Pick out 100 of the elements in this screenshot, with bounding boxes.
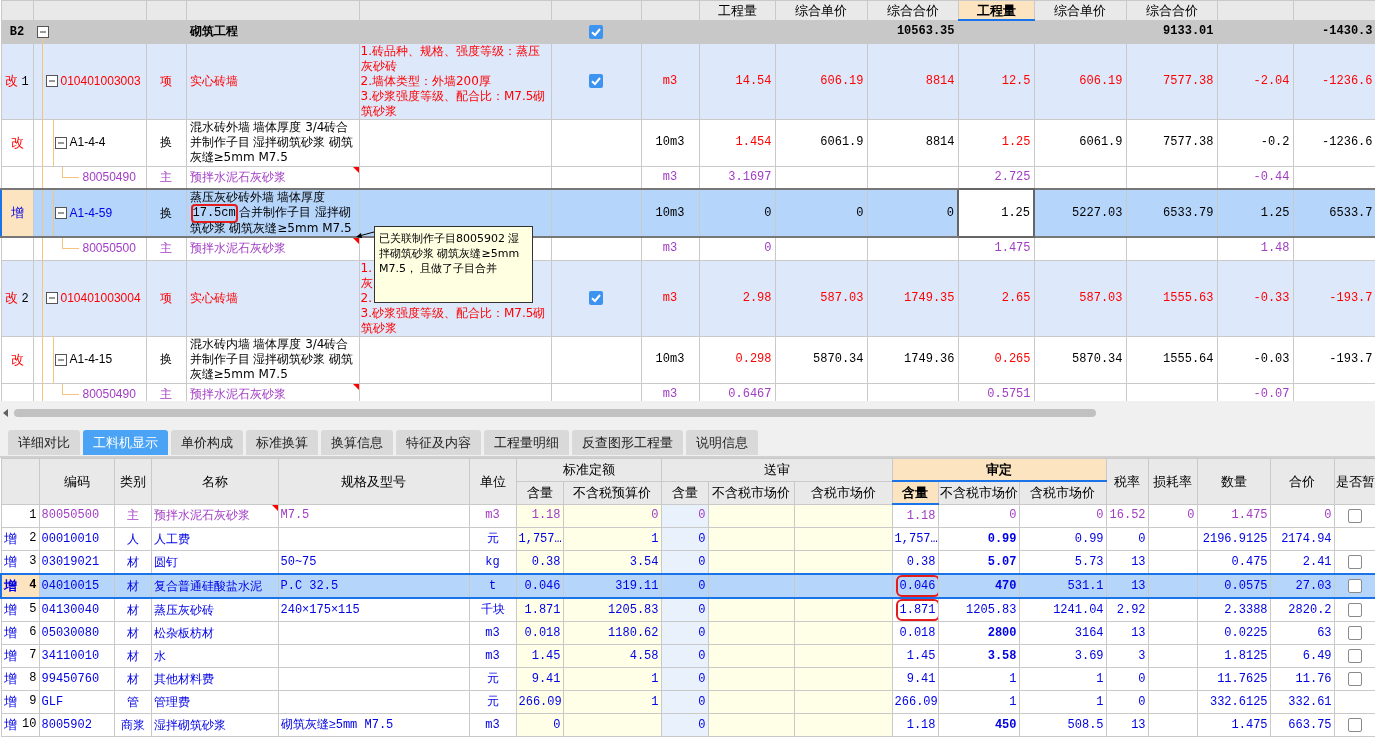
table-cell: 10563.35 [896,24,955,38]
table-cell: 1 [651,694,659,709]
table-cell: 6061.9 [820,135,864,149]
table-cell: 0.018 [899,625,936,640]
table-cell: 1.18 [906,508,936,523]
checkbox[interactable] [1348,649,1363,663]
checkbox[interactable] [1348,672,1363,686]
column-header[interactable]: 规格及型号 [278,458,469,504]
row-header[interactable]: 增 8 [1,667,39,691]
column-header[interactable]: 类别 [114,458,151,504]
row-header[interactable]: 改 2 [1,260,33,336]
row-header[interactable]: B2 [1,20,33,43]
table-cell: 2.65 [1001,290,1031,305]
column-header[interactable]: 损耗率 [1148,458,1198,504]
row-header[interactable]: 增 4 [1,574,39,598]
row-header[interactable]: 1 [1,504,39,528]
row-header[interactable]: 增 7 [1,644,39,668]
row-header[interactable]: 增 5 [1,598,39,622]
column-header[interactable]: 数量 [1197,458,1271,504]
tab[interactable]: 说明信息 [686,430,758,455]
table-cell: 0.99 [1074,531,1104,546]
row-number: 1 [29,508,37,524]
checkbox[interactable] [589,291,603,305]
row-number: 6 [29,625,37,640]
collapse-icon[interactable] [36,25,49,38]
tab[interactable]: 工程量明细 [484,430,569,455]
tab[interactable]: 单价构成 [171,430,243,455]
table-cell: 0.99 [987,531,1017,546]
row-header[interactable] [1,237,33,260]
collapse-icon[interactable] [45,75,58,87]
collapse-icon[interactable] [54,207,67,219]
item-code: 010401003004 [60,290,141,306]
column-header[interactable]: 工程量 [699,0,775,20]
table-cell: 1205.83 [608,602,659,617]
checkbox[interactable] [1348,555,1363,569]
table-cell: 00010010 [41,531,100,546]
row-header[interactable]: 增 [1,189,33,237]
column-header[interactable]: 合价 [1270,458,1335,504]
table-cell: 9.41 [531,671,561,686]
column-header[interactable]: 名称 [151,458,278,504]
row-header[interactable]: 改 [1,336,33,383]
collapse-icon[interactable] [54,136,67,149]
tab[interactable]: 详细对比 [8,430,80,455]
tab[interactable]: 标准换算 [246,430,318,455]
table-cell: 0.5751 [987,387,1031,401]
row-header[interactable]: 增 6 [1,621,39,645]
table-cell: 16.52 [1109,508,1146,523]
tab[interactable]: 反查图形工程量 [572,430,683,455]
checkbox[interactable] [589,74,603,88]
feature-text: 1. [360,261,372,276]
table-cell: 商浆 [120,717,145,732]
table-cell: 蒸压灰砂砖 [153,602,214,617]
collapse-icon[interactable] [54,353,67,366]
tab[interactable]: 换算信息 [321,430,393,455]
checkbox[interactable] [1348,626,1363,640]
column-header[interactable]: 工程量 [958,0,1034,20]
column-header[interactable]: 编码 [39,458,114,504]
row-header[interactable]: 改 [1,119,33,166]
table-cell: 11.7625 [1217,671,1268,686]
checkbox[interactable] [589,24,603,39]
table-cell: 5870.34 [1072,352,1123,366]
table-cell: 14.54 [735,73,772,88]
table-cell: 2800 [987,625,1017,640]
table-cell: 0 [698,531,706,546]
table-cell: -193.7 [1329,290,1373,305]
table-cell: 7577.38 [1163,73,1214,88]
row-number: 3 [29,554,37,569]
column-header[interactable]: 综合单价 [775,0,867,20]
row-header[interactable]: 改 1 [1,43,33,119]
row-header[interactable]: 增 9 [1,690,39,714]
tooltip: 已关联制作子目8005902 湿拌砌筑砂浆 砌筑灰缝≥5mm M7.5， 且做了子目合并 [374,226,533,303]
table-cell: 470 [994,578,1017,593]
table-cell: 13 [1131,625,1146,640]
checkbox[interactable] [1348,603,1363,617]
item-name: 砌筑工程 [189,24,239,39]
table-cell: 3.58 [987,648,1017,663]
checkbox[interactable] [1348,718,1363,732]
table-cell: 0 [764,241,772,256]
column-header[interactable]: 单位 [469,458,516,504]
row-header[interactable]: 增 2 [1,527,39,551]
column-header[interactable]: 税率 [1106,458,1149,504]
column-header[interactable]: 综合合价 [1126,0,1217,20]
table-cell: 2.725 [994,169,1031,184]
row-header[interactable]: 增 10 [1,713,39,737]
table-cell: 03019021 [41,554,100,569]
table-cell: 预拌水泥石灰砂浆 [153,508,250,523]
checkbox[interactable] [1348,508,1363,523]
table-cell: 99450760 [41,671,100,686]
table-cell: 0.265 [994,352,1031,366]
table-cell: 332.61 [1288,694,1332,709]
column-header[interactable]: 综合合价 [867,0,958,20]
table-cell: 5.73 [1074,554,1104,569]
table-cell: 1.475 [1231,717,1268,732]
collapse-icon[interactable] [45,292,58,304]
table-cell: 0 [698,554,706,569]
row-number: 2 [29,531,37,546]
column-header[interactable]: 综合单价 [1034,0,1126,20]
column-header[interactable]: 是否暂 [1334,458,1375,504]
checkbox[interactable] [1348,579,1363,593]
tab[interactable]: 特征及内容 [396,430,481,455]
